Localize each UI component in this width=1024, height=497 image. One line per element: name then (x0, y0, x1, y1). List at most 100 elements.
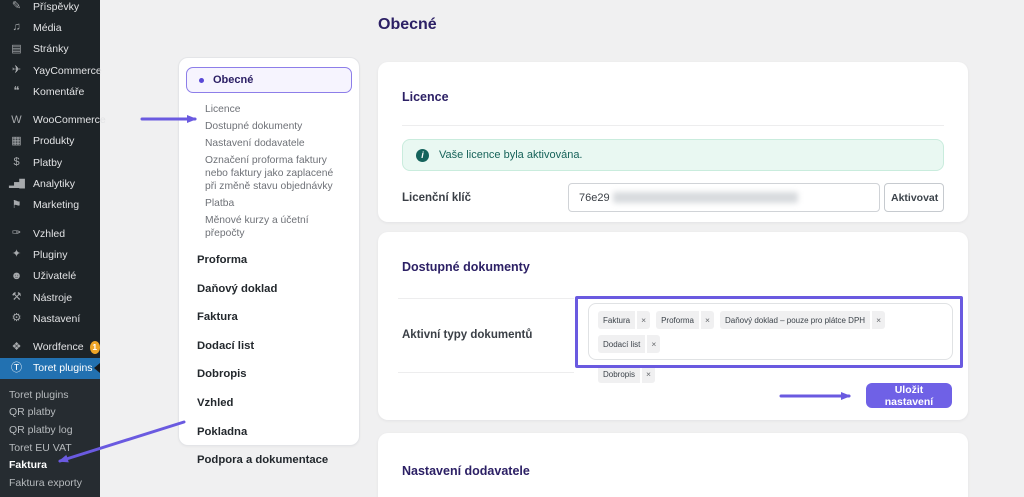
available-documents-card-title: Dostupné dokumenty (402, 260, 530, 274)
wp-menu-item[interactable]: Ⓣ Toret plugins (0, 357, 100, 380)
wp-menu-item[interactable]: ❝ Komentáře (0, 81, 100, 102)
wp-menu-item-label: Uživatelé (33, 270, 77, 283)
woocommerce-icon: W (11, 113, 22, 126)
tag-label: Proforma (661, 315, 694, 325)
settings-nav-subitem[interactable]: Platba (205, 197, 347, 210)
divider (398, 372, 574, 373)
wp-menu-item-label: Nástroje (33, 291, 73, 304)
settings-nav-subitem[interactable]: Označení proforma faktury nebo faktury j… (205, 154, 347, 193)
tag-remove-icon[interactable]: × (640, 365, 655, 383)
wp-menu-item-label: Média (33, 21, 62, 34)
wp-menu-item-label: Wordfence (33, 341, 84, 354)
pages-icon: ▤ (11, 42, 22, 55)
licence-key-row: Licenční klíč 76e29 Aktivovat (402, 183, 944, 212)
settings-nav-section[interactable]: Proforma (197, 254, 347, 266)
document-type-tag: Dobropis × (598, 365, 655, 383)
wp-submenu-item[interactable]: Faktura exporty (0, 474, 100, 492)
faktura-settings-screen: ✎ Příspěvky ♫ Média ▤ Stránky ✈ YayComme… (0, 0, 1024, 497)
page-title: Obecné (378, 16, 437, 33)
wp-menu-item-label: Platby (33, 156, 63, 169)
settings-nav-section[interactable]: Vzhled (197, 397, 347, 409)
wp-menu-item[interactable]: ⚑ Marketing (0, 195, 100, 216)
settings-nav-active-item[interactable]: Obecné (186, 67, 352, 93)
licence-card: Licence i Vaše licence byla aktivována. … (378, 62, 968, 222)
wp-menu-item[interactable]: $ Platby (0, 152, 100, 173)
wp-menu-item[interactable]: W WooCommerce (0, 109, 105, 130)
wp-menu-item[interactable]: ▤ Stránky (0, 39, 100, 60)
wp-menu-item-label: Marketing (33, 199, 80, 212)
wp-menu-item[interactable]: ✎ Příspěvky (0, 0, 100, 17)
settings-nav-subitem[interactable]: Licence (205, 103, 347, 116)
document-type-tag: Faktura × (598, 311, 651, 329)
tag-remove-icon[interactable]: × (870, 311, 885, 329)
document-type-tag: Proforma × (656, 311, 714, 329)
wp-menu-item[interactable]: ☻ Uživatelé (0, 266, 100, 287)
settings-nav-section[interactable]: Dobropis (197, 368, 347, 380)
supplier-settings-card: Nastavení dodavatele (378, 433, 968, 497)
settings-nav-section[interactable]: Podpora a dokumentace (197, 454, 347, 466)
activate-button[interactable]: Aktivovat (884, 183, 944, 212)
wp-submenu-item-label: QR platby (9, 406, 56, 419)
available-documents-card: Dostupné dokumenty Aktivní typy dokument… (378, 232, 968, 420)
settings-nav-section[interactable]: Faktura (197, 311, 347, 323)
settings-nav-section[interactable]: Dodací list (197, 340, 347, 352)
wp-menu-item-label: Pluginy (33, 248, 68, 261)
marketing-icon: ⚑ (11, 198, 22, 211)
licence-key-input[interactable]: 76e29 (568, 183, 880, 212)
comment-icon: ❝ (13, 85, 20, 98)
tag-remove-icon[interactable]: × (645, 335, 660, 353)
wp-menu-item[interactable]: ✦ Pluginy (0, 244, 100, 265)
wp-menu-item-label: Analytiky (33, 178, 76, 191)
active-document-types-label: Aktivní typy dokumentů (402, 329, 533, 341)
settings-nav-section[interactable]: Daňový doklad (197, 283, 347, 295)
tag-label: Daňový doklad – pouze pro plátce DPH (724, 315, 866, 325)
settings-nav-sections: Proforma Daňový doklad Faktura Dodací li… (179, 244, 359, 466)
wp-submenu-item[interactable]: QR platby log (0, 421, 100, 439)
tools-icon: ⚒ (11, 291, 22, 303)
wp-submenu-item[interactable]: QR platby (0, 404, 100, 422)
wp-menu-item[interactable]: ✑ Vzhled (0, 223, 100, 244)
wp-menu-item[interactable]: ❖ Wordfence 1 (0, 336, 100, 357)
wp-menu-item[interactable]: ⚒ Nástroje (0, 287, 100, 308)
wp-submenu-item[interactable]: Faktura (0, 456, 100, 474)
update-count-badge: 1 (89, 340, 100, 354)
settings-nav-subitem[interactable]: Nastavení dodavatele (205, 137, 347, 150)
wp-menu-item-label: Toret plugins (33, 362, 93, 375)
users-icon: ☻ (10, 269, 23, 282)
wp-menu-item-label: Příspěvky (33, 0, 80, 13)
tag-remove-icon[interactable]: × (699, 311, 714, 329)
wp-menu-item-label: Vzhled (33, 227, 66, 240)
wp-menu-item[interactable]: ▦ Produkty (0, 131, 100, 152)
wp-menu-item[interactable]: ✈ YayCommerce (0, 60, 102, 81)
wp-menu-item[interactable]: ⚙ Nastavení (0, 308, 100, 329)
media-icon: ♫ (12, 21, 21, 34)
wp-menu-item-label: Komentáře (33, 85, 85, 98)
plugins-icon: ✦ (11, 248, 22, 261)
licence-key-redacted (612, 192, 798, 203)
wp-menu-item-label: WooCommerce (33, 114, 106, 127)
wp-admin-sidebar: ✎ Příspěvky ♫ Média ▤ Stránky ✈ YayComme… (0, 0, 106, 497)
wp-menu-item[interactable]: ♫ Média (0, 17, 100, 38)
wp-submenu-item[interactable]: Toret plugins (0, 386, 100, 404)
products-icon: ▦ (11, 134, 22, 147)
toret-plugins-icon: Ⓣ (11, 361, 22, 374)
wp-admin-menu: ✎ Příspěvky ♫ Média ▤ Stránky ✈ YayComme… (0, 0, 106, 380)
settings-nav-section[interactable]: Pokladna (197, 426, 347, 438)
analytics-icon: ▂▅█ (9, 179, 25, 189)
settings-nav-subitem[interactable]: Měnové kurzy a účetní přepočty (205, 214, 347, 240)
appearance-icon: ✑ (11, 227, 22, 240)
settings-nav-subitem[interactable]: Dostupné dokumenty (205, 120, 347, 133)
wp-submenu-item[interactable]: Toret EU VAT (0, 439, 100, 457)
active-document-types-input[interactable]: Faktura × Proforma × Daňový doklad – pou… (588, 303, 953, 383)
wp-menu-item-label: Produkty (33, 135, 75, 148)
licence-key-value: 76e29 (579, 191, 610, 204)
tag-remove-icon[interactable]: × (635, 311, 650, 329)
save-settings-button[interactable]: Uložit nastavení (866, 383, 952, 408)
payments-icon: $ (13, 156, 20, 169)
document-type-tag: Daňový doklad – pouze pro plátce DPH × (719, 311, 886, 329)
notice-text: Vaše licence byla aktivována. (439, 149, 583, 161)
wp-menu-item[interactable]: ▂▅█ Analytiky (0, 173, 100, 194)
divider (398, 298, 574, 299)
licence-card-title: Licence (402, 90, 449, 104)
pushpin-icon: ✎ (11, 0, 22, 13)
